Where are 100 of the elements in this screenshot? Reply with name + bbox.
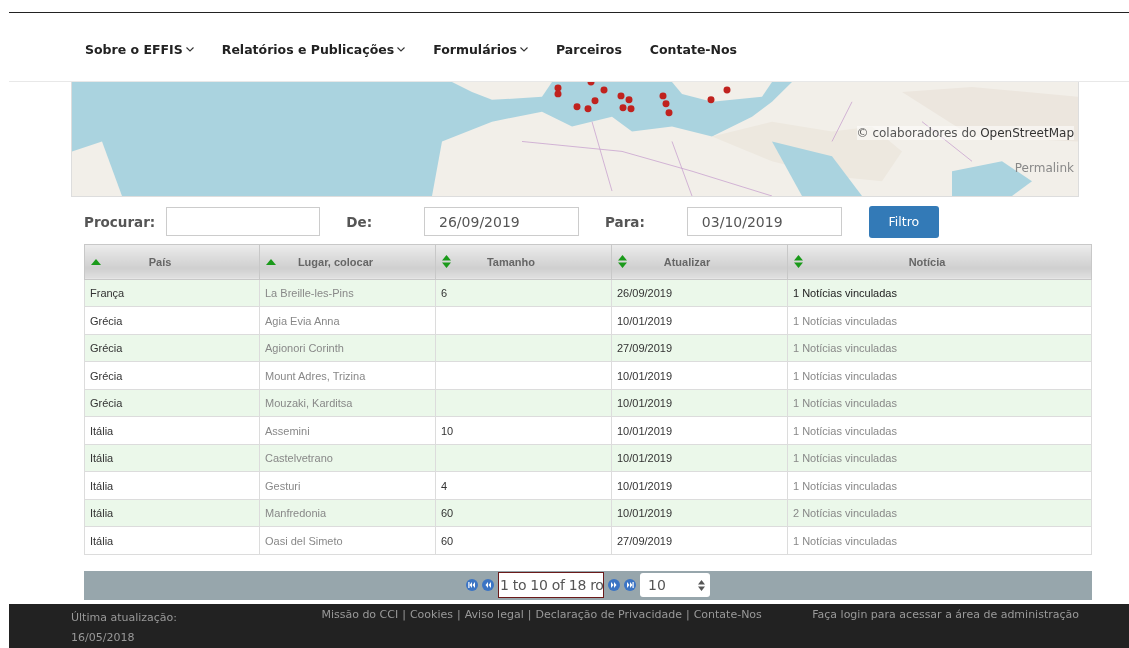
nav-link[interactable]: Parceiros — [556, 42, 622, 57]
table-cell: Itália — [90, 507, 114, 520]
table-cell: Mouzaki, Karditsa — [265, 397, 353, 410]
table-cell: 26/09/2019 — [617, 287, 673, 300]
table-cell: 1 Notícias vinculadas — [793, 369, 897, 382]
table-cell: 2 Notícias vinculadas — [793, 507, 897, 520]
sort-ascending-icon — [91, 259, 101, 265]
nav-link[interactable]: Formulários — [433, 42, 529, 57]
table-cell: 27/09/2019 — [617, 534, 673, 547]
update-label: Última atualização: — [71, 610, 179, 626]
field-label: Procurar: — [84, 214, 156, 230]
table-cell: 10/01/2019 — [617, 507, 673, 520]
attribution-link[interactable]: OpenStreetMap — [980, 126, 1074, 140]
table-cell: 60 — [441, 507, 454, 520]
sort-icon — [618, 255, 627, 269]
sort-icon — [794, 255, 803, 269]
table-row[interactable]: Grécia Mouzaki, Karditsa 10/01/2019 1 Notícias vinculadas — [84, 389, 1092, 417]
login-link[interactable]: Faça login para acessar a área de administração — [812, 608, 1079, 648]
table-cell: 1 Notícias vinculadas — [793, 342, 897, 355]
last-page-icon[interactable] — [624, 579, 636, 592]
table-row[interactable]: Itália Manfredonia 60 10/01/2019 2 Notícias vinculadas — [84, 499, 1092, 527]
table-cell: 6 — [441, 287, 448, 300]
table-row[interactable]: Grécia Agia Evia Anna 10/01/2019 1 Notícias vinculadas — [84, 307, 1092, 335]
table-cell: 60 — [441, 534, 454, 547]
filter-button[interactable]: Filtro — [868, 206, 939, 238]
column-header[interactable]: País — [84, 244, 260, 280]
table-cell: 10/01/2019 — [617, 452, 673, 465]
table-cell: Mount Adres, Trizina — [265, 369, 366, 382]
table-row[interactable]: Grécia Agionori Corinth 27/09/2019 1 Notícias vinculadas — [84, 334, 1092, 362]
table-cell: 10/01/2019 — [617, 397, 673, 410]
table-cell: 1 Notícias vinculadas — [793, 479, 897, 492]
table-cell: 10 — [441, 424, 454, 437]
table-cell: Oasi del Simeto — [265, 534, 343, 547]
table-cell: Grécia — [90, 342, 123, 355]
nav-link[interactable]: Relatórios e Publicações — [221, 42, 406, 57]
table-cell: Manfredonia — [265, 507, 327, 520]
date-field[interactable]: 26/09/2019 — [424, 207, 580, 237]
footer-link[interactable]: Aviso legal — [464, 608, 524, 648]
date-field[interactable]: 03/10/2019 — [686, 207, 842, 237]
spinner-arrows-icon — [698, 580, 705, 591]
table-row[interactable]: Itália Oasi del Simeto 60 27/09/2019 1 Notícias vinculadas — [84, 527, 1092, 555]
table-row[interactable]: Itália Assemini 10 10/01/2019 1 Notícias vinculadas — [84, 417, 1092, 445]
table-cell: França — [90, 287, 125, 300]
search-field[interactable] — [166, 207, 321, 237]
separator: | — [457, 608, 461, 623]
table-cell: 4 — [441, 479, 448, 492]
table-cell: Itália — [90, 479, 114, 492]
table-cell: Itália — [90, 534, 114, 547]
table-cell: Assemini — [265, 424, 310, 437]
column-header[interactable]: Lugar, colocar — [259, 244, 436, 280]
map-attribution: © colaboradores do OpenStreetMap — [856, 126, 1074, 140]
previous-page-icon[interactable] — [482, 579, 494, 592]
table-cell: 1 Notícias vinculadas — [793, 397, 897, 410]
table-row[interactable]: Grécia Mount Adres, Trizina 10/01/2019 1 Notícias vinculadas — [84, 362, 1092, 390]
table-row[interactable]: Itália Gesturi 4 10/01/2019 1 Notícias vinculadas — [84, 472, 1092, 500]
table-cell: 10/01/2019 — [617, 314, 673, 327]
field-label: De: — [346, 214, 373, 230]
footer-link[interactable]: Cookies — [409, 608, 453, 648]
table-cell: 10/01/2019 — [617, 369, 673, 382]
caret-icon — [185, 47, 194, 52]
table-cell: 10/01/2019 — [617, 479, 673, 492]
table-cell: 10/01/2019 — [617, 424, 673, 437]
caret-icon — [520, 47, 529, 52]
sort-icon — [442, 255, 451, 269]
table-cell: Agia Evia Anna — [265, 314, 340, 327]
table-cell: 1 Notícias vinculadas — [793, 452, 897, 465]
table-cell: Grécia — [90, 369, 123, 382]
sort-ascending-icon — [266, 259, 276, 265]
separator: | — [527, 608, 532, 623]
table-cell: Grécia — [90, 397, 123, 410]
table-cell: Itália — [90, 424, 114, 437]
separator: | — [402, 608, 406, 623]
table-cell: Castelvetrano — [265, 452, 333, 465]
nav-link[interactable]: Contate-Nos — [649, 42, 738, 57]
table-cell: 1 Notícias vinculadas — [793, 314, 897, 327]
page-size-select[interactable]: 10 — [640, 573, 710, 598]
next-page-icon[interactable] — [608, 579, 620, 592]
table-cell: 1 Notícias vinculadas — [793, 534, 897, 547]
table-cell: La Breille-les-Pins — [265, 287, 354, 300]
table-cell: Gesturi — [265, 479, 301, 492]
table-cell: 1 Notícias vinculadas — [793, 287, 897, 300]
caret-icon — [397, 47, 406, 52]
column-header[interactable]: Atualizar — [611, 244, 788, 280]
footer-link[interactable]: Contate-Nos — [693, 608, 762, 648]
column-header[interactable]: Tamanho — [435, 244, 612, 280]
table-row[interactable]: Itália Castelvetrano 10/01/2019 1 Notícias vinculadas — [84, 444, 1092, 472]
table-cell: 27/09/2019 — [617, 342, 673, 355]
page-range-field[interactable]: 1 to 10 of 18 ro — [498, 572, 604, 599]
footer-link[interactable]: Missão do CCI — [321, 608, 399, 648]
table-cell: Grécia — [90, 314, 123, 327]
table-row[interactable]: França La Breille-les-Pins 6 26/09/2019 1 Notícias vinculadas — [84, 279, 1092, 307]
table-cell: Itália — [90, 452, 114, 465]
nav-link[interactable]: Sobre o EFFIS — [85, 42, 194, 57]
separator: | — [685, 608, 690, 623]
first-page-icon[interactable] — [466, 579, 478, 592]
field-label: Para: — [605, 214, 645, 230]
update-date: 16/05/2018 — [71, 630, 136, 646]
column-header[interactable]: Notícia — [787, 244, 1092, 280]
table-cell: Agionori Corinth — [265, 342, 344, 355]
footer-link[interactable]: Declaração de Privacidade — [535, 608, 682, 648]
